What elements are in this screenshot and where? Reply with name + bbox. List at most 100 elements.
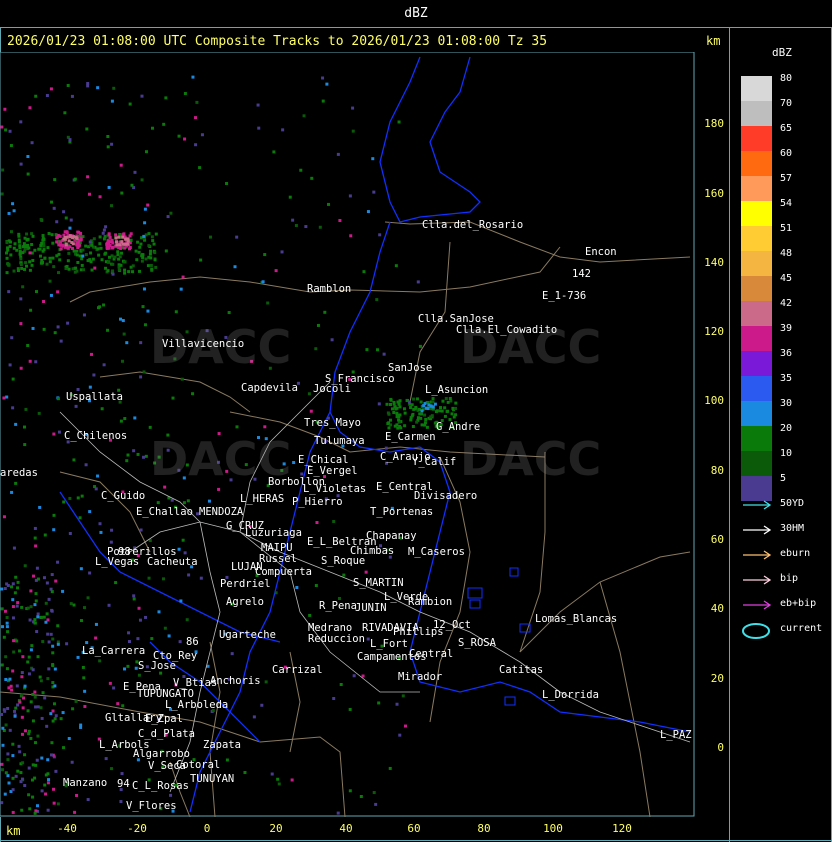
echo-pixel bbox=[51, 256, 55, 260]
echo-pixel bbox=[33, 741, 37, 745]
echo-pixel bbox=[181, 538, 185, 542]
track-label: 50YD bbox=[780, 498, 805, 509]
echo-pixel bbox=[419, 400, 423, 404]
echo-pixel bbox=[147, 244, 151, 248]
echo-pixel bbox=[47, 640, 51, 644]
echo-pixel bbox=[134, 249, 138, 253]
echo-pixel bbox=[31, 795, 35, 799]
echo-pixel bbox=[409, 418, 413, 422]
echo-pixel bbox=[23, 729, 27, 733]
echo-pixel bbox=[371, 157, 375, 161]
echo-pixel bbox=[18, 649, 22, 653]
place-label: Clla.del_Rosario bbox=[422, 219, 524, 231]
echo-pixel bbox=[79, 723, 83, 727]
echo-pixel bbox=[153, 258, 157, 262]
echo-pixel bbox=[49, 712, 53, 716]
echo-pixel bbox=[80, 257, 84, 261]
echo-pixel bbox=[125, 341, 129, 345]
echo-pixel bbox=[34, 705, 38, 709]
echo-pixel bbox=[194, 116, 198, 120]
echo-pixel bbox=[11, 377, 15, 381]
echo-pixel bbox=[435, 409, 439, 413]
echo-pixel bbox=[106, 134, 110, 138]
echo-pixel bbox=[19, 263, 23, 267]
echo-pixel bbox=[433, 402, 437, 406]
echo-pixel bbox=[92, 237, 96, 241]
echo-pixel bbox=[22, 696, 26, 700]
echo-pixel bbox=[61, 589, 65, 593]
echo-pixel bbox=[110, 142, 114, 146]
echo-pixel bbox=[102, 303, 106, 307]
echo-pixel bbox=[227, 311, 231, 315]
legend-label: 42 bbox=[780, 298, 793, 309]
echo-pixel bbox=[33, 695, 37, 699]
echo-pixel bbox=[5, 615, 9, 619]
echo-pixel bbox=[76, 496, 80, 500]
echo-pixel bbox=[17, 744, 21, 748]
echo-pixel bbox=[90, 268, 94, 272]
echo-pixel bbox=[57, 430, 61, 434]
echo-pixel bbox=[23, 267, 27, 271]
echo-pixel bbox=[24, 261, 28, 265]
echo-pixel bbox=[230, 652, 234, 656]
echo-pixel bbox=[33, 690, 37, 694]
echo-pixel bbox=[274, 591, 278, 595]
place-label: Tres_Mayo bbox=[304, 417, 361, 429]
echo-pixel bbox=[252, 715, 256, 719]
echo-pixel bbox=[88, 385, 92, 389]
echo-pixel bbox=[351, 106, 355, 110]
echo-pixel bbox=[55, 236, 59, 240]
echo-pixel bbox=[132, 597, 136, 601]
echo-pixel bbox=[31, 326, 35, 330]
place-label: Luzuriaga bbox=[245, 527, 302, 539]
echo-pixel bbox=[89, 260, 93, 264]
echo-pixel bbox=[120, 772, 124, 776]
echo-pixel bbox=[235, 235, 239, 239]
echo-pixel bbox=[19, 162, 23, 166]
echo-pixel bbox=[191, 392, 195, 396]
echo-pixel bbox=[338, 218, 342, 222]
y-tick-label: 20 bbox=[710, 672, 724, 685]
place-label: C_Guido bbox=[101, 490, 146, 502]
echo-pixel bbox=[384, 446, 388, 450]
place-label: S_Roque bbox=[321, 555, 366, 567]
echo-pixel bbox=[110, 99, 114, 103]
echo-pixel bbox=[359, 795, 363, 799]
echo-pixel bbox=[0, 663, 4, 667]
echo-pixel bbox=[387, 412, 391, 416]
echo-pixel bbox=[121, 235, 125, 239]
echo-pixel bbox=[290, 778, 294, 782]
echo-pixel bbox=[157, 610, 161, 614]
legend-label: 10 bbox=[780, 448, 793, 459]
echo-pixel bbox=[411, 412, 415, 416]
place-label: Compuerta bbox=[255, 566, 312, 578]
echo-pixel bbox=[86, 84, 90, 88]
echo-pixel bbox=[49, 632, 53, 636]
echo-pixel bbox=[8, 728, 12, 732]
place-label: S_Jose bbox=[138, 660, 176, 672]
place-label: Villavicencio bbox=[162, 338, 245, 350]
echo-pixel bbox=[348, 707, 352, 711]
place-label: Cacheuta bbox=[147, 556, 198, 568]
echo-pixel bbox=[73, 177, 77, 181]
echo-pixel bbox=[180, 377, 184, 381]
echo-pixel bbox=[4, 723, 8, 727]
legend-label: 54 bbox=[780, 198, 793, 209]
legend-swatch bbox=[741, 226, 772, 251]
echo-pixel bbox=[104, 757, 108, 761]
echo-pixel bbox=[294, 224, 298, 228]
echo-pixel bbox=[76, 655, 80, 659]
echo-pixel bbox=[35, 566, 39, 570]
echo-pixel bbox=[123, 246, 127, 250]
echo-pixel bbox=[94, 622, 98, 626]
echo-pixel bbox=[35, 758, 39, 762]
echo-pixel bbox=[12, 209, 16, 213]
echo-pixel bbox=[453, 406, 457, 410]
echo-pixel bbox=[309, 409, 313, 413]
echo-pixel bbox=[50, 590, 54, 594]
echo-pixel bbox=[423, 421, 427, 425]
place-label: Zapata bbox=[203, 739, 241, 751]
echo-pixel bbox=[55, 240, 59, 244]
echo-pixel bbox=[5, 582, 9, 586]
echo-pixel bbox=[13, 714, 17, 718]
